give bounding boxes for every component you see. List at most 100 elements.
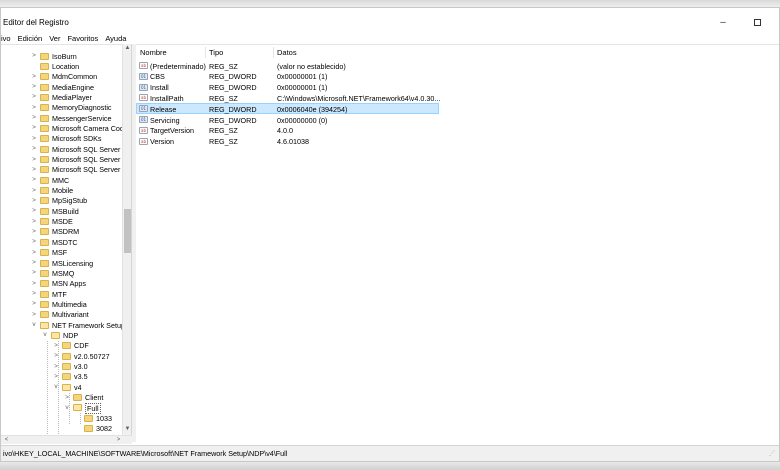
tree-node[interactable]: > CDF: [1, 341, 126, 351]
tree-node[interactable]: > MessengerService: [1, 113, 126, 123]
value-row[interactable]: 01 CBS REG_DWORD 0x00000001 (1): [136, 71, 779, 82]
scroll-down-icon[interactable]: ▼: [123, 425, 132, 434]
chevron-right-icon[interactable]: >: [30, 124, 38, 132]
tree-node[interactable]: > Multimedia: [1, 299, 126, 309]
tree-node[interactable]: > MpSigStub: [1, 196, 126, 206]
tree-horizontal-scrollbar[interactable]: < >: [1, 435, 132, 444]
tree-node[interactable]: > MSDE: [1, 217, 126, 227]
chevron-right-icon[interactable]: >: [30, 83, 38, 91]
tree-vertical-scrollbar[interactable]: ▲ ▼: [122, 44, 131, 442]
tree-node[interactable]: > MediaPlayer: [1, 92, 126, 102]
menu-ayuda[interactable]: Ayuda: [105, 34, 126, 43]
tree-node[interactable]: > Client: [1, 393, 126, 403]
tree-node[interactable]: > MSBuild: [1, 206, 126, 216]
tree-node[interactable]: > Microsoft SQL Server 2(: [1, 155, 129, 165]
tree-node[interactable]: v NDP: [1, 330, 126, 340]
tree-node[interactable]: > v3.0: [1, 362, 126, 372]
minimize-button[interactable]: –: [711, 14, 735, 30]
maximize-button[interactable]: [745, 14, 769, 30]
value-row[interactable]: 01 Install REG_DWORD 0x00000001 (1): [136, 82, 779, 93]
tree-node[interactable]: > MSDTC: [1, 237, 126, 247]
tree-node[interactable]: v Full: [1, 403, 126, 415]
tree-node-label: Location: [52, 61, 80, 71]
chevron-right-icon[interactable]: >: [30, 259, 38, 267]
menu-ver[interactable]: Ver: [49, 34, 60, 43]
tree-node[interactable]: 1033: [1, 413, 126, 423]
chevron-right-icon[interactable]: >: [30, 280, 38, 288]
scroll-right-icon[interactable]: >: [114, 436, 123, 445]
tree-node-label: MessengerService: [52, 113, 112, 123]
tree-node[interactable]: > MTF: [1, 289, 126, 299]
chevron-right-icon[interactable]: >: [30, 187, 38, 195]
tree-node[interactable]: > MSN Apps: [1, 279, 126, 289]
resize-grip-icon[interactable]: ⋰: [769, 450, 777, 458]
tree-node[interactable]: v NET Framework Setup: [1, 320, 126, 330]
value-row[interactable]: ab Version REG_SZ 4.6.01038: [136, 136, 779, 147]
values-list-pane[interactable]: Nombre Tipo Datos ab (Predeterminado) REG_…: [136, 44, 779, 442]
tree-node[interactable]: 3082: [1, 424, 126, 434]
tree-node[interactable]: > MemoryDiagnostic: [1, 103, 126, 113]
chevron-right-icon[interactable]: >: [30, 269, 38, 277]
value-row[interactable]: 01 Servicing REG_DWORD 0x00000000 (0): [136, 114, 779, 125]
tree-node-label: MTF: [52, 289, 67, 299]
chevron-right-icon[interactable]: >: [30, 249, 38, 257]
scroll-up-icon[interactable]: ▲: [123, 44, 132, 53]
tree-node[interactable]: Location: [1, 61, 126, 71]
key-tree-pane[interactable]: > IsoBurn Location > MdmCommon > MediaEngine > M…: [1, 44, 132, 442]
chevron-right-icon[interactable]: >: [30, 238, 38, 246]
tree-node[interactable]: > MSLicensing: [1, 258, 126, 268]
chevron-right-icon[interactable]: >: [30, 290, 38, 298]
chevron-right-icon[interactable]: >: [30, 207, 38, 215]
chevron-right-icon[interactable]: >: [30, 135, 38, 143]
tree-node[interactable]: v v4: [1, 382, 126, 392]
value-data: 4.0.0: [277, 126, 293, 136]
scroll-left-icon[interactable]: <: [2, 436, 11, 445]
chevron-right-icon[interactable]: >: [30, 197, 38, 205]
column-separator[interactable]: [273, 47, 274, 58]
tree-node[interactable]: > Microsoft SQL Server: [1, 144, 126, 154]
chevron-right-icon[interactable]: >: [30, 104, 38, 112]
value-row[interactable]: ab InstallPath REG_SZ C:\Windows\Microsoft.…: [136, 92, 779, 103]
column-separator[interactable]: [205, 47, 206, 58]
folder-icon: [62, 363, 71, 370]
column-header-nombre[interactable]: Nombre: [140, 48, 167, 57]
chevron-right-icon[interactable]: >: [30, 93, 38, 101]
chevron-right-icon[interactable]: >: [30, 311, 38, 319]
value-row[interactable]: 01 Release REG_DWORD 0x0006040e (394254): [136, 103, 779, 115]
tree-node[interactable]: > Multivariant: [1, 310, 126, 320]
chevron-right-icon[interactable]: >: [30, 228, 38, 236]
tree-node[interactable]: > IsoBurn: [1, 51, 126, 61]
menu-edicion[interactable]: Edición: [18, 34, 43, 43]
tree-scroll-thumb[interactable]: [124, 209, 131, 253]
chevron-right-icon[interactable]: >: [30, 52, 38, 60]
chevron-right-icon[interactable]: >: [30, 73, 38, 81]
chevron-right-icon[interactable]: >: [30, 300, 38, 308]
chevron-right-icon[interactable]: >: [30, 145, 38, 153]
menu-favoritos[interactable]: Favoritos: [67, 34, 98, 43]
tree-node[interactable]: > v2.0.50727: [1, 351, 126, 361]
tree-node[interactable]: > MSF: [1, 248, 126, 258]
column-header-datos[interactable]: Datos: [277, 48, 297, 57]
column-header-tipo[interactable]: Tipo: [209, 48, 223, 57]
tree-node[interactable]: > MediaEngine: [1, 82, 126, 92]
chevron-right-icon[interactable]: >: [30, 114, 38, 122]
tree-node[interactable]: > v3.5: [1, 372, 126, 382]
chevron-right-icon[interactable]: >: [30, 176, 38, 184]
chevron-down-icon[interactable]: v: [30, 321, 38, 329]
tree-node[interactable]: > Mobile: [1, 186, 126, 196]
tree-node[interactable]: > MSDRM: [1, 227, 126, 237]
folder-icon: [40, 187, 49, 195]
chevron-right-icon[interactable]: >: [30, 166, 38, 174]
tree-node[interactable]: > MSMQ: [1, 268, 126, 278]
menu-archivo[interactable]: ivo: [1, 34, 11, 43]
tree-node[interactable]: > MdmCommon: [1, 72, 126, 82]
chevron-right-icon[interactable]: >: [30, 156, 38, 164]
value-row[interactable]: ab TargetVersion REG_SZ 4.0.0: [136, 125, 779, 136]
tree-node[interactable]: > MMC: [1, 175, 126, 185]
chevron-right-icon[interactable]: >: [30, 218, 38, 226]
chevron-down-icon[interactable]: v: [41, 331, 49, 339]
tree-node[interactable]: > Microsoft SQL Server C: [1, 165, 128, 175]
tree-node[interactable]: > Microsoft Camera Cod: [1, 123, 126, 133]
value-row[interactable]: ab (Predeterminado) REG_SZ (valor no establ…: [136, 60, 779, 71]
tree-node[interactable]: > Microsoft SDKs: [1, 134, 126, 144]
